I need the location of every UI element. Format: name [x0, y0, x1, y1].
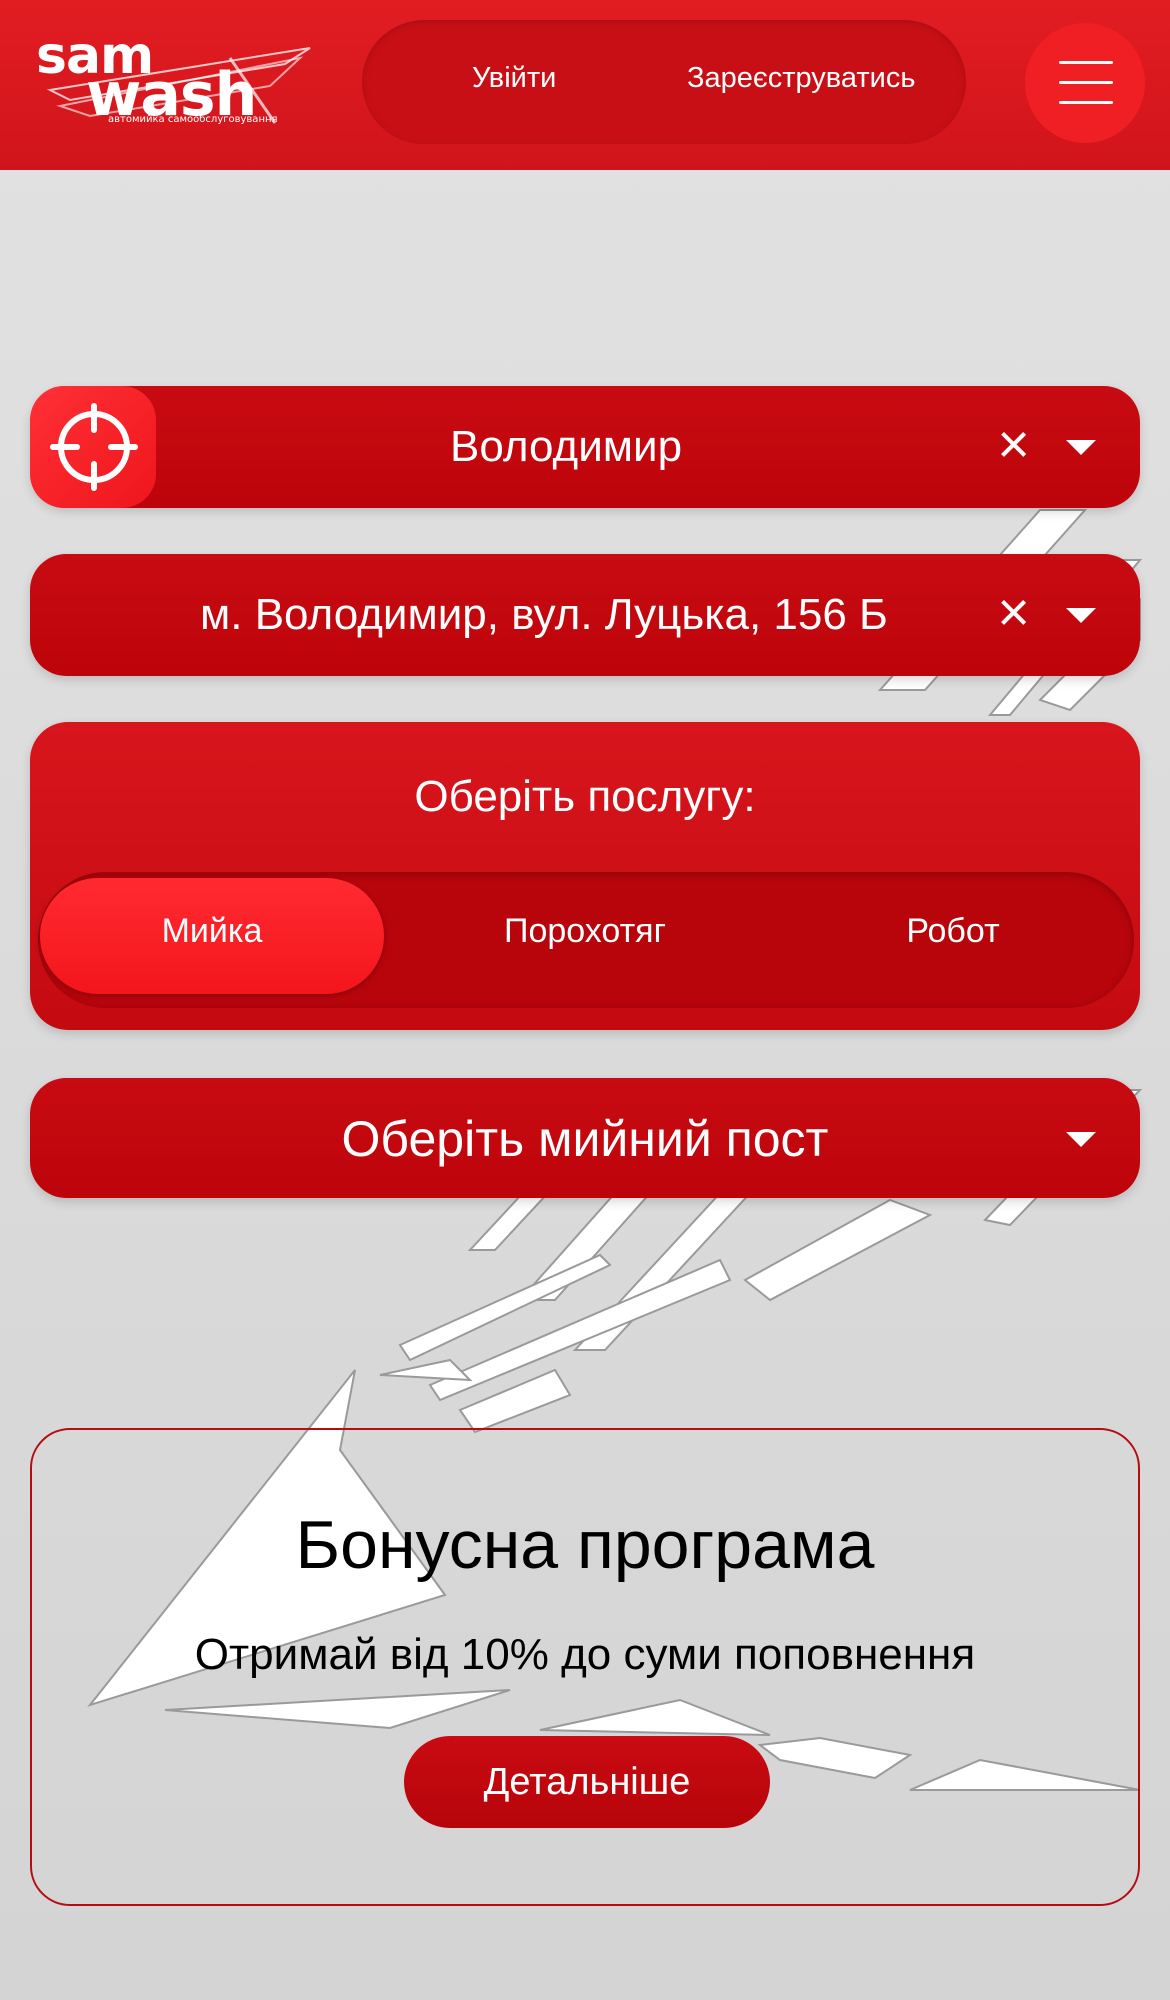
address-value: м. Володимир, вул. Луцька, 156 Б [200, 590, 888, 639]
wash-post-select[interactable]: Оберіть мийний пост [30, 1078, 1140, 1198]
bonus-subtitle: Отримай від 10% до суми поповнення [194, 1630, 976, 1679]
service-option-robot[interactable]: Робот [778, 912, 1128, 951]
service-option-wash[interactable]: Мийка [40, 912, 384, 951]
service-card: Оберіть послугу: Мийка Порохотяг Робот [30, 722, 1140, 1030]
city-value: Володимир [450, 422, 683, 471]
register-link[interactable]: Зареєструватись [687, 62, 915, 95]
bonus-title: Бонусна програма [295, 1507, 875, 1583]
city-select[interactable]: Володимир × [30, 386, 1140, 508]
chevron-down-icon[interactable] [1066, 440, 1096, 455]
login-link[interactable]: Увійти [472, 62, 556, 95]
hamburger-icon[interactable] [1025, 23, 1145, 143]
details-button[interactable]: Детальніше [404, 1736, 770, 1828]
service-segmented-control: Мийка Порохотяг Робот [38, 872, 1134, 1008]
crosshair-icon [50, 403, 138, 491]
locate-button[interactable] [30, 386, 156, 508]
hamburger-line [1059, 81, 1113, 84]
service-title: Оберіть послугу: [414, 772, 756, 821]
bonus-card: Бонусна програма Отримай від 10% до суми… [30, 1428, 1140, 1906]
logo-tagline: автомийка самообслуговування [108, 114, 278, 125]
service-option-vacuum[interactable]: Порохотяг [404, 912, 766, 951]
hamburger-line [1059, 61, 1113, 64]
chevron-down-icon[interactable] [1066, 608, 1096, 623]
chevron-down-icon[interactable] [1066, 1132, 1096, 1147]
samwash-logo[interactable]: sam wash автомийка самообслуговування [30, 18, 320, 133]
hamburger-line [1059, 101, 1113, 104]
top-header: sam wash автомийка самообслуговування Ув… [0, 0, 1170, 170]
close-icon[interactable]: × [997, 414, 1030, 474]
auth-bar: Увійти Зареєструватись [362, 20, 966, 144]
close-icon[interactable]: × [997, 582, 1030, 642]
wash-post-placeholder: Оберіть мийний пост [341, 1111, 829, 1167]
address-select[interactable]: м. Володимир, вул. Луцька, 156 Б × [30, 554, 1140, 676]
